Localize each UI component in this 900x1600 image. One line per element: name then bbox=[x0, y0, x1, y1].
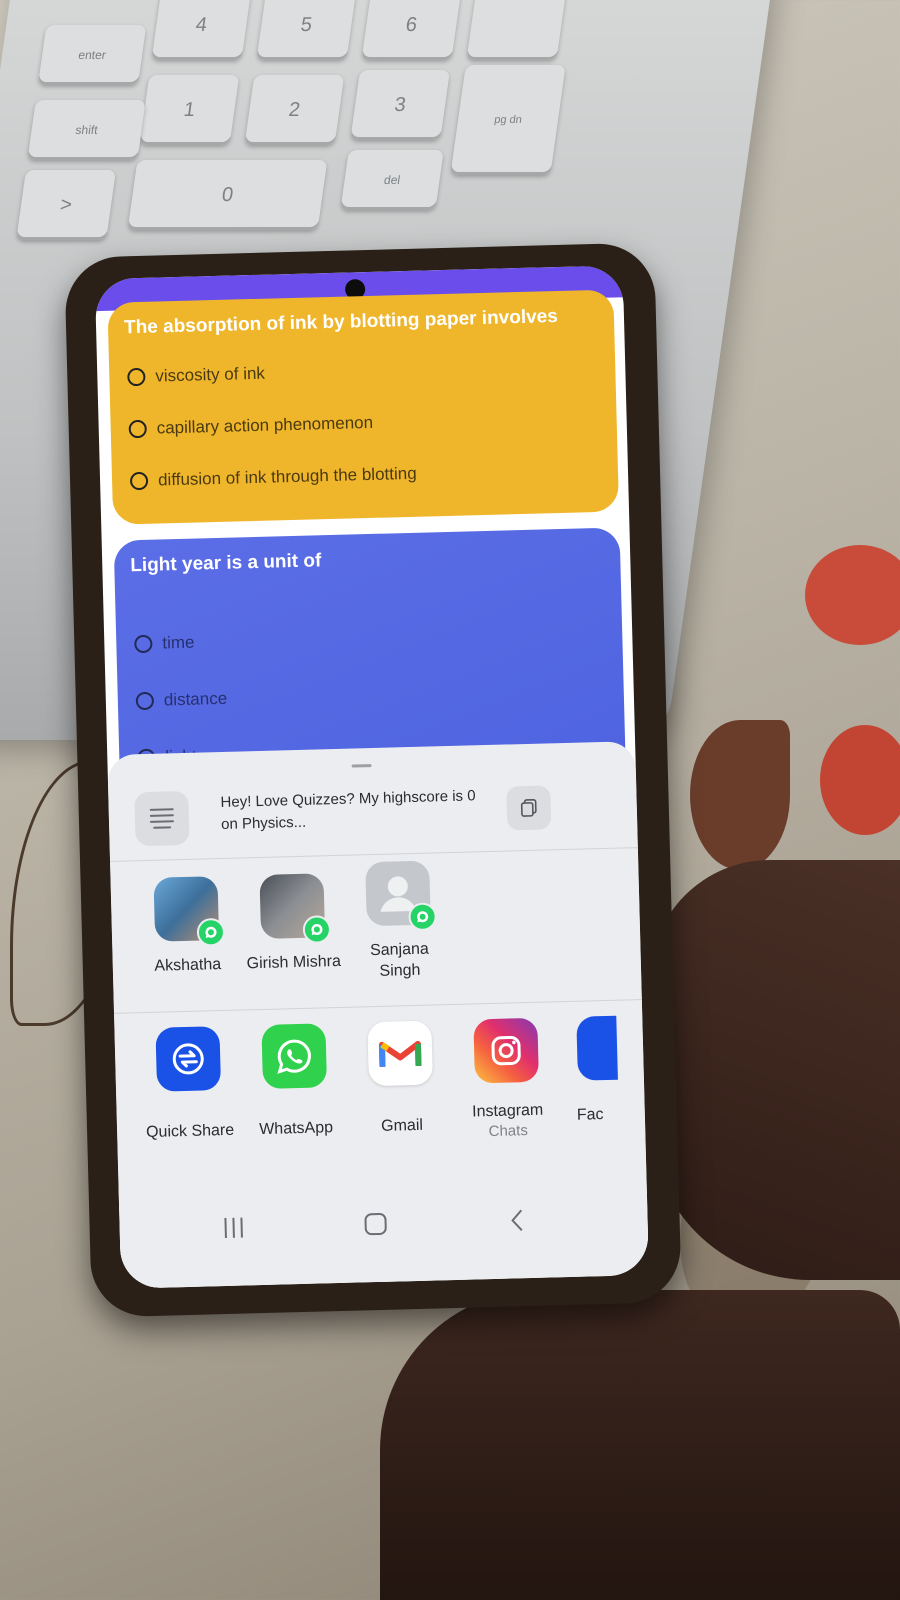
copy-button[interactable] bbox=[506, 785, 552, 831]
question-card: The absorption of ink by blotting paper … bbox=[107, 289, 620, 525]
share-apps: Quick Share WhatsApp Gmail Instagram Cha… bbox=[114, 1003, 646, 1187]
copy-icon bbox=[520, 799, 537, 817]
app-quick-share[interactable]: Quick Share bbox=[132, 1026, 245, 1144]
contact-akshatha[interactable]: Akshatha bbox=[130, 876, 243, 978]
phone: The absorption of ink by blotting paper … bbox=[64, 242, 682, 1318]
keyboard-key bbox=[466, 0, 567, 60]
navigation-bar bbox=[118, 1176, 650, 1289]
fabric-flower bbox=[820, 725, 900, 835]
radio-button[interactable] bbox=[129, 471, 149, 491]
keyboard-key: enter bbox=[37, 25, 147, 85]
option-label: capillary action phenomenon bbox=[156, 412, 374, 438]
keyboard-key: 5 bbox=[256, 0, 357, 60]
keyboard-key: del bbox=[340, 150, 444, 210]
contact-name: Sanjana Singh bbox=[369, 940, 430, 980]
avatar bbox=[153, 876, 226, 947]
back-button[interactable] bbox=[487, 1200, 548, 1242]
app-name: Gmail bbox=[380, 1116, 424, 1135]
fabric-flower bbox=[805, 545, 900, 645]
back-icon bbox=[511, 1209, 523, 1231]
keyboard-key: 0 bbox=[127, 160, 328, 230]
keyboard-key: 4 bbox=[151, 0, 252, 60]
whatsapp-icon bbox=[302, 915, 332, 944]
option-label: distance bbox=[163, 688, 228, 709]
recent-apps-icon bbox=[224, 1217, 243, 1239]
whatsapp-icon bbox=[196, 917, 226, 947]
gmail-icon bbox=[367, 1020, 433, 1087]
share-sheet: Hey! Love Quizzes? My highscore is 0 on … bbox=[107, 741, 650, 1289]
app-name: Fac bbox=[576, 1106, 604, 1124]
contact-sanjana-singh[interactable]: Sanjana Singh bbox=[342, 860, 455, 983]
whatsapp-icon bbox=[408, 902, 437, 932]
radio-button[interactable] bbox=[135, 691, 155, 710]
hand-right bbox=[650, 860, 900, 1280]
contact-girish-mishra[interactable]: Girish Mishra bbox=[236, 873, 349, 975]
contact-name: Akshatha bbox=[154, 956, 222, 975]
keyboard-key: 2 bbox=[244, 75, 345, 145]
keyboard-key: 3 bbox=[350, 70, 451, 140]
radio-button[interactable] bbox=[134, 634, 153, 653]
app-facebook[interactable]: Fac bbox=[556, 1015, 639, 1126]
keyboard-key: 6 bbox=[361, 0, 462, 60]
share-preview: Hey! Love Quizzes? My highscore is 0 on … bbox=[108, 771, 638, 862]
fabric-leaf bbox=[690, 720, 790, 870]
option-label: diffusion of ink through the blotting bbox=[157, 463, 417, 490]
app-name: Quick Share bbox=[145, 1121, 235, 1142]
facebook-icon bbox=[576, 1015, 618, 1081]
contact-name: Girish Mishra bbox=[246, 952, 342, 973]
app-name: Instagram bbox=[471, 1101, 544, 1121]
app-name: WhatsApp bbox=[258, 1119, 334, 1139]
app-instagram-chats[interactable]: Instagram Chats bbox=[450, 1017, 563, 1142]
drag-handle[interactable] bbox=[351, 764, 372, 768]
instagram-icon bbox=[473, 1017, 539, 1084]
option-label: viscosity of ink bbox=[155, 363, 266, 386]
home-icon bbox=[364, 1212, 387, 1236]
keyboard-key: shift bbox=[27, 100, 146, 160]
app-subtitle: Chats bbox=[488, 1122, 529, 1141]
direct-share-contacts: Akshatha Girish Mishra Sanjana Singh bbox=[110, 849, 642, 1014]
share-preview-text: Hey! Love Quizzes? My highscore is 0 on … bbox=[220, 787, 476, 833]
home-button[interactable] bbox=[345, 1203, 406, 1245]
radio-button[interactable] bbox=[127, 367, 146, 387]
app-gmail[interactable]: Gmail bbox=[344, 1020, 457, 1138]
option-label: time bbox=[162, 632, 195, 652]
keyboard-key: 1 bbox=[139, 75, 240, 145]
avatar bbox=[259, 873, 332, 944]
text-document-icon bbox=[134, 790, 190, 847]
recent-apps-button[interactable] bbox=[203, 1207, 264, 1249]
radio-button[interactable] bbox=[128, 419, 147, 439]
phone-screen: The absorption of ink by blotting paper … bbox=[94, 265, 650, 1289]
keyboard-key: pg dn bbox=[450, 65, 566, 175]
keyboard-key: > bbox=[16, 170, 117, 240]
avatar bbox=[365, 860, 437, 932]
whatsapp-icon bbox=[261, 1023, 328, 1089]
quick-share-icon bbox=[155, 1026, 222, 1092]
app-whatsapp[interactable]: WhatsApp bbox=[238, 1023, 351, 1141]
thumb bbox=[380, 1290, 900, 1600]
